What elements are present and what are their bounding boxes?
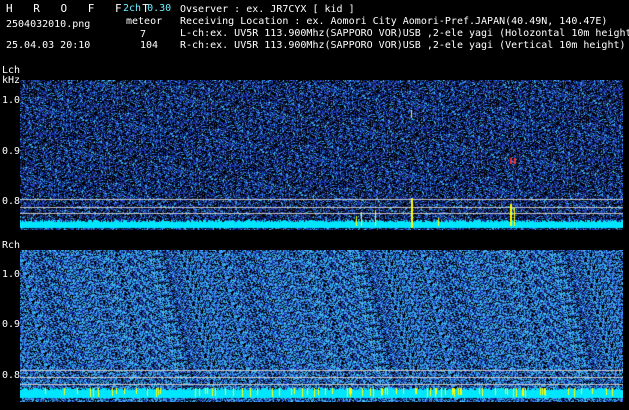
filename: 2504032010.png — [6, 19, 91, 30]
rch-spectrogram — [20, 250, 623, 402]
lch-ytick-2: 0.9 — [2, 146, 21, 157]
lch-ytick-1: 1.0 — [2, 95, 21, 106]
lch-unit: kHz — [2, 75, 21, 86]
meteor-label: meteor — [126, 16, 163, 27]
lch-meteor-count: 7 — [140, 29, 147, 40]
version-label: 2ch 0.30 — [123, 3, 172, 14]
lch-config-line: L-ch:ex. UV5R 113.900Mhz(SAPPORO VOR)USB… — [180, 28, 629, 39]
rch-ytick-2: 0.9 — [2, 319, 21, 330]
rch-meteor-count: 104 — [140, 40, 159, 51]
rch-config-line: R-ch:ex. UV5R 113.900Mhz(SAPPORO VOR)USB… — [180, 40, 626, 51]
lch-spectrogram — [20, 80, 623, 230]
rch-ytick-1: 1.0 — [2, 269, 21, 280]
rch-ytick-3: 0.8 — [2, 370, 21, 381]
observer-line: Ovserver : ex. JR7CYX [ kid ] — [180, 4, 355, 15]
location-line: Receiving Location : ex. Aomori City Aom… — [180, 16, 608, 27]
lch-ytick-3: 0.8 — [2, 196, 21, 207]
timestamp: 25.04.03 20:10 — [6, 40, 91, 51]
rch-label: Rch — [2, 240, 21, 251]
